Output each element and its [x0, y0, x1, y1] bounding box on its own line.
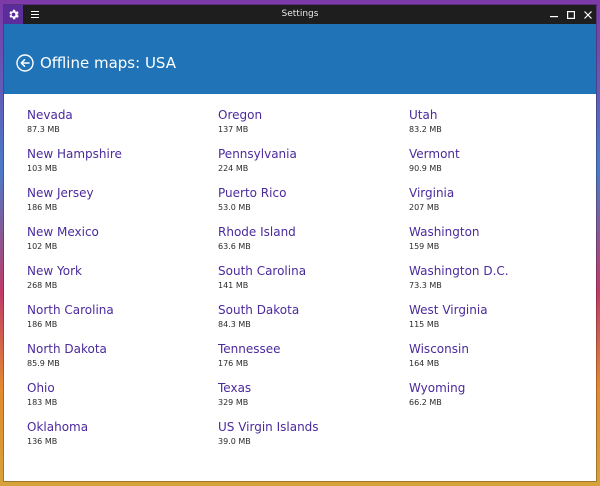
list-item[interactable]: Utah 83.2 MB — [409, 108, 589, 147]
page-header: Offline maps: USA — [4, 24, 596, 94]
region-size: 164 MB — [409, 359, 440, 368]
minimize-icon — [549, 15, 558, 17]
list-item[interactable]: North Dakota 85.9 MB — [27, 342, 207, 381]
list-item[interactable]: South Dakota 84.3 MB — [218, 303, 398, 342]
list-item[interactable]: Rhode Island 63.6 MB — [218, 225, 398, 264]
list-item[interactable]: Washington D.C. 73.3 MB — [409, 264, 589, 303]
region-name: US Virgin Islands — [218, 420, 319, 434]
title-bar: Settings — [4, 5, 596, 24]
region-size: 87.3 MB — [27, 125, 60, 134]
list-item[interactable]: Ohio 183 MB — [27, 381, 207, 420]
list-item[interactable]: Wisconsin 164 MB — [409, 342, 589, 381]
region-name: Wisconsin — [409, 342, 469, 356]
region-name: Virginia — [409, 186, 455, 200]
back-arrow-icon[interactable] — [16, 54, 34, 72]
maximize-icon — [566, 10, 575, 19]
region-name: West Virginia — [409, 303, 488, 317]
list-item[interactable]: Pennsylvania 224 MB — [218, 147, 398, 186]
region-size: 137 MB — [218, 125, 249, 134]
region-name: Washington D.C. — [409, 264, 509, 278]
region-size: 186 MB — [27, 203, 58, 212]
list-item[interactable]: Wyoming 66.2 MB — [409, 381, 589, 420]
region-name: New Jersey — [27, 186, 94, 200]
list-item[interactable]: New York 268 MB — [27, 264, 207, 303]
region-name: Pennsylvania — [218, 147, 297, 161]
region-size: 176 MB — [218, 359, 249, 368]
list-item[interactable]: New Mexico 102 MB — [27, 225, 207, 264]
list-item[interactable]: North Carolina 186 MB — [27, 303, 207, 342]
region-name: Ohio — [27, 381, 55, 395]
region-name: New Hampshire — [27, 147, 122, 161]
list-item[interactable]: Texas 329 MB — [218, 381, 398, 420]
region-name: Washington — [409, 225, 480, 239]
region-size: 73.3 MB — [409, 281, 442, 290]
region-name: Wyoming — [409, 381, 466, 395]
region-name: North Dakota — [27, 342, 107, 356]
region-name: New Mexico — [27, 225, 99, 239]
list-item[interactable]: Tennessee 176 MB — [218, 342, 398, 381]
region-size: 115 MB — [409, 320, 440, 329]
column-3: Utah 83.2 MB Vermont 90.9 MB Virginia 207 M… — [409, 108, 589, 420]
list-item[interactable]: Nevada 87.3 MB — [27, 108, 207, 147]
region-name: Texas — [218, 381, 252, 395]
region-name: Vermont — [409, 147, 460, 161]
list-item[interactable]: US Virgin Islands 39.0 MB — [218, 420, 398, 459]
region-name: South Carolina — [218, 264, 307, 278]
region-size: 53.0 MB — [218, 203, 251, 212]
maps-list: Nevada 87.3 MB New Hampshire 103 MB New Je… — [4, 94, 596, 481]
region-name: North Carolina — [27, 303, 114, 317]
list-item[interactable]: New Jersey 186 MB — [27, 186, 207, 225]
column-2: Oregon 137 MB Pennsylvania 224 MB Puerto R… — [218, 108, 398, 459]
close-button[interactable] — [579, 5, 596, 24]
column-1: Nevada 87.3 MB New Hampshire 103 MB New Je… — [27, 108, 207, 459]
region-size: 183 MB — [27, 398, 58, 407]
region-size: 102 MB — [27, 242, 58, 251]
region-size: 207 MB — [409, 203, 440, 212]
region-name: New York — [27, 264, 82, 278]
close-icon — [583, 10, 592, 19]
region-size: 66.2 MB — [409, 398, 442, 407]
region-name: Nevada — [27, 108, 73, 122]
list-item[interactable]: Washington 159 MB — [409, 225, 589, 264]
list-item[interactable]: New Hampshire 103 MB — [27, 147, 207, 186]
region-size: 90.9 MB — [409, 164, 442, 173]
region-name: Oklahoma — [27, 420, 89, 434]
region-size: 186 MB — [27, 320, 58, 329]
list-item[interactable]: West Virginia 115 MB — [409, 303, 589, 342]
region-size: 159 MB — [409, 242, 440, 251]
window-controls — [545, 5, 596, 24]
region-size: 224 MB — [218, 164, 249, 173]
region-size: 136 MB — [27, 437, 58, 446]
region-name: Rhode Island — [218, 225, 296, 239]
list-item[interactable]: Vermont 90.9 MB — [409, 147, 589, 186]
list-item[interactable]: Oklahoma 136 MB — [27, 420, 207, 459]
region-size: 103 MB — [27, 164, 58, 173]
list-item[interactable]: Puerto Rico 53.0 MB — [218, 186, 398, 225]
region-size: 141 MB — [218, 281, 249, 290]
region-size: 268 MB — [27, 281, 58, 290]
region-name: Puerto Rico — [218, 186, 287, 200]
region-size: 85.9 MB — [27, 359, 60, 368]
list-item[interactable]: Virginia 207 MB — [409, 186, 589, 225]
region-size: 83.2 MB — [409, 125, 442, 134]
region-size: 329 MB — [218, 398, 249, 407]
list-item[interactable]: South Carolina 141 MB — [218, 264, 398, 303]
window-title: Settings — [281, 9, 319, 19]
region-size: 63.6 MB — [218, 242, 251, 251]
region-size: 39.0 MB — [218, 437, 251, 446]
page-title: Offline maps: USA — [40, 54, 176, 72]
region-name: Tennessee — [218, 342, 281, 356]
list-item[interactable]: Oregon 137 MB — [218, 108, 398, 147]
region-size: 84.3 MB — [218, 320, 251, 329]
settings-window: Settings Offline maps: USA Nevada 87.3 MB… — [4, 5, 596, 481]
minimize-button[interactable] — [545, 5, 562, 24]
region-name: Oregon — [218, 108, 263, 122]
region-name: South Dakota — [218, 303, 300, 317]
region-name: Utah — [409, 108, 438, 122]
maximize-button[interactable] — [562, 5, 579, 24]
